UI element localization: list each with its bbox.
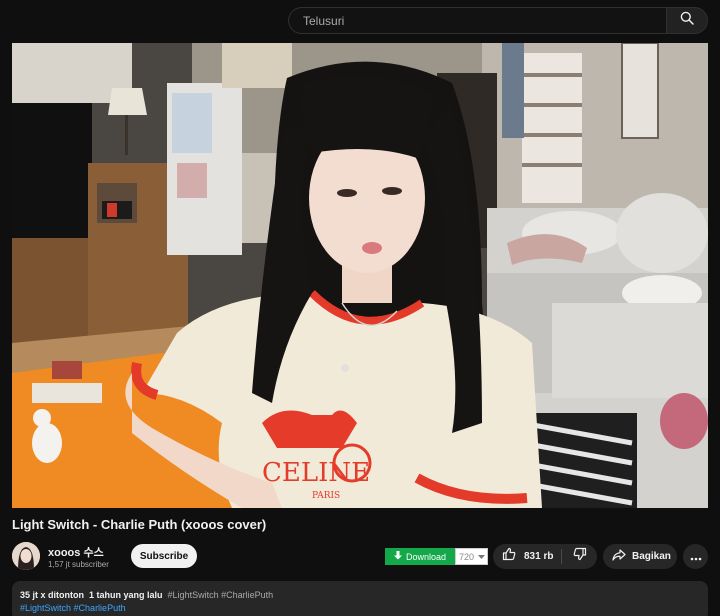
- thumbs-up-icon: [502, 547, 516, 566]
- like-button[interactable]: 831 rb: [493, 544, 561, 569]
- quality-value: 720: [459, 551, 475, 562]
- dislike-button[interactable]: [562, 544, 597, 569]
- upload-age: 1 tahun yang lalu: [89, 590, 163, 600]
- view-count: 35 jt x ditonton: [20, 590, 84, 600]
- description-meta: 35 jt x ditonton 1 tahun yang lalu #Ligh…: [20, 589, 700, 602]
- share-label: Bagikan: [632, 551, 671, 562]
- chevron-down-icon: [478, 552, 486, 562]
- share-arrow-icon: [612, 548, 626, 566]
- share-button[interactable]: Bagikan: [603, 544, 677, 569]
- more-horizontal-icon: [690, 548, 702, 566]
- search-button[interactable]: [666, 7, 708, 34]
- hashtag-link[interactable]: #CharliePuth: [74, 603, 126, 613]
- search-bar: [288, 7, 708, 34]
- search-icon: [680, 11, 694, 30]
- quality-select[interactable]: 720: [455, 548, 488, 565]
- like-dislike-group: 831 rb: [493, 544, 597, 569]
- hashtag-row: #LightSwitch #CharliePuth: [20, 602, 700, 615]
- thumbs-down-icon: [573, 547, 587, 566]
- more-actions-button[interactable]: [683, 544, 708, 569]
- channel-name[interactable]: xooos 수스: [48, 544, 104, 560]
- like-count: 831 rb: [524, 551, 554, 562]
- hashtag-link[interactable]: #LightSwitch: [20, 603, 71, 613]
- download-label: Download: [405, 551, 447, 562]
- search-input[interactable]: [288, 7, 666, 34]
- subscribe-button[interactable]: Subscribe: [131, 544, 197, 568]
- top-bar: [0, 0, 720, 42]
- inline-hashtags[interactable]: #LightSwitch #CharliePuth: [168, 590, 274, 600]
- subscriber-count: 1,57 jt subscriber: [48, 560, 109, 569]
- description-box[interactable]: 35 jt x ditonton 1 tahun yang lalu #Ligh…: [12, 581, 708, 616]
- shirt-logo-subtext: PARIS: [312, 491, 340, 501]
- video-title: Light Switch - Charlie Puth (xooos cover…: [12, 517, 267, 532]
- video-player[interactable]: CELINE PARIS: [12, 43, 708, 508]
- download-arrow-icon: [393, 551, 402, 562]
- video-frame: CELINE PARIS: [12, 43, 708, 508]
- download-button[interactable]: Download: [385, 548, 455, 565]
- shirt-logo-text: CELINE: [262, 458, 370, 488]
- channel-avatar[interactable]: [12, 542, 40, 570]
